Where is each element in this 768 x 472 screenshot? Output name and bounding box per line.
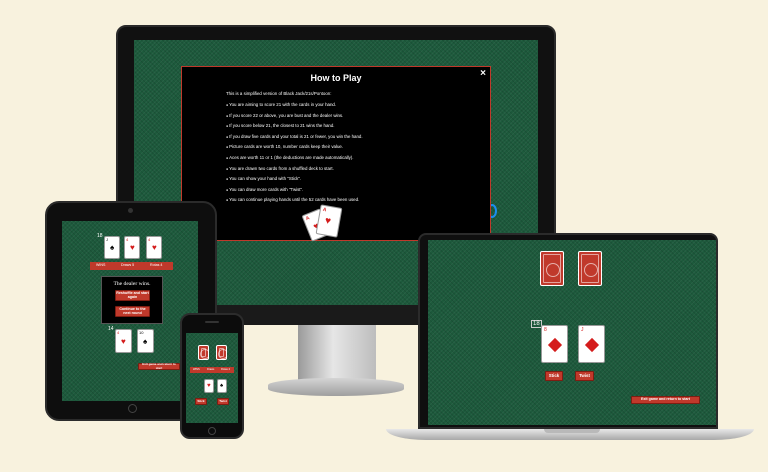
phone-stick-button[interactable]: Stick: [195, 398, 207, 405]
spade-icon: ♠: [110, 243, 115, 252]
monitor-stand-neck: [298, 325, 376, 382]
reshuffle-button[interactable]: Reshuffle and start again: [115, 290, 150, 301]
draws-count: Draws: [207, 368, 215, 371]
diamond-icon: [547, 337, 563, 353]
result-panel: The dealer wins. Reshuffle and start aga…: [101, 276, 163, 324]
heart-icon: ♥: [324, 215, 332, 228]
phone-twist-button[interactable]: Twist: [217, 398, 229, 405]
rule-item: You are drawn two cards from a shuffled …: [226, 165, 363, 176]
result-message: The dealer wins.: [113, 281, 151, 287]
wins-count: WINS: [193, 368, 200, 371]
laptop-stick-button[interactable]: Stick: [545, 371, 563, 381]
monitor-stand-foot: [268, 378, 404, 396]
draws-count: Draws 5: [121, 263, 135, 267]
modal-intro: This is a simplified version of Black Ja…: [226, 91, 332, 96]
tablet-dealer-card: 4 ♥: [146, 236, 162, 259]
phone-speaker: [205, 321, 219, 323]
tablet-player-card: 10 ♠: [137, 329, 154, 353]
tablet-score-bar: WINS Draws 5 Rotas 4: [90, 262, 173, 270]
rule-item: If you score 22 or above, you are bust a…: [226, 112, 363, 123]
rule-item: You can continue playing hands until the…: [226, 196, 363, 207]
laptop-exit-button[interactable]: Exit game and return to start: [631, 396, 700, 404]
wins-count: WINS: [96, 263, 106, 267]
laptop-dealer-card-back: [578, 251, 602, 286]
tablet-dealer-card: 4 ♥: [124, 236, 140, 259]
tablet-player-card: 4 ♥: [115, 329, 132, 353]
laptop-notch: [544, 429, 600, 433]
heart-icon: ♥: [207, 383, 211, 389]
phone-score-bar: WINS Draws Rotas 4: [190, 367, 234, 373]
how-to-play-modal: How to Play × This is a simplified versi…: [181, 66, 491, 242]
laptop-dealer-card-back: [540, 251, 564, 286]
tablet-camera: [128, 208, 133, 213]
phone-player-card: ♥: [204, 379, 214, 393]
rule-item: You can show your hand with "Stick".: [226, 175, 363, 186]
rule-item: If you draw five cards and your total is…: [226, 133, 363, 144]
rules-list: You are aiming to score 21 with the card…: [226, 101, 363, 207]
modal-title: How to Play: [310, 73, 362, 83]
losses-count: Rotas 4: [221, 368, 230, 371]
tablet-dealer-score: 18: [97, 233, 103, 239]
losses-count: Rotas 4: [150, 263, 163, 267]
phone-player-card: ♠: [217, 379, 227, 393]
phone-home-button: [208, 427, 216, 435]
tablet-exit-button[interactable]: Exit game and return to start: [138, 363, 180, 370]
diamond-icon: [584, 337, 600, 353]
spade-icon: ♠: [143, 337, 148, 346]
phone-dealer-card-back: [198, 345, 209, 360]
tablet-dealer-card: J ♠: [104, 236, 120, 259]
laptop-twist-button[interactable]: Twist: [575, 371, 594, 381]
tablet-home-button: [128, 404, 137, 413]
rule-item: You can draw more cards with "Twist".: [226, 186, 363, 197]
rule-item: You are aiming to score 21 with the card…: [226, 101, 363, 112]
heart-icon: ♥: [152, 243, 157, 252]
rule-item: Aces are worth 11 or 1 (the deductions a…: [226, 154, 363, 165]
rule-item: If you score below 21, the closest to 21…: [226, 122, 363, 133]
ace-card-front: A ♥: [315, 204, 343, 238]
tablet-player-score: 14: [108, 326, 114, 332]
heart-icon: ♥: [121, 337, 126, 346]
close-icon[interactable]: ×: [480, 68, 486, 79]
phone-dealer-card-back: [216, 345, 227, 360]
laptop-player-card: 8: [541, 325, 568, 363]
laptop-player-card: J: [578, 325, 605, 363]
rule-item: Picture cards are worth 10, number cards…: [226, 143, 363, 154]
phone-screen: [186, 333, 238, 423]
continue-button[interactable]: Continue to the next round: [115, 306, 150, 317]
heart-icon: ♥: [130, 243, 135, 252]
spade-icon: ♠: [220, 383, 224, 389]
